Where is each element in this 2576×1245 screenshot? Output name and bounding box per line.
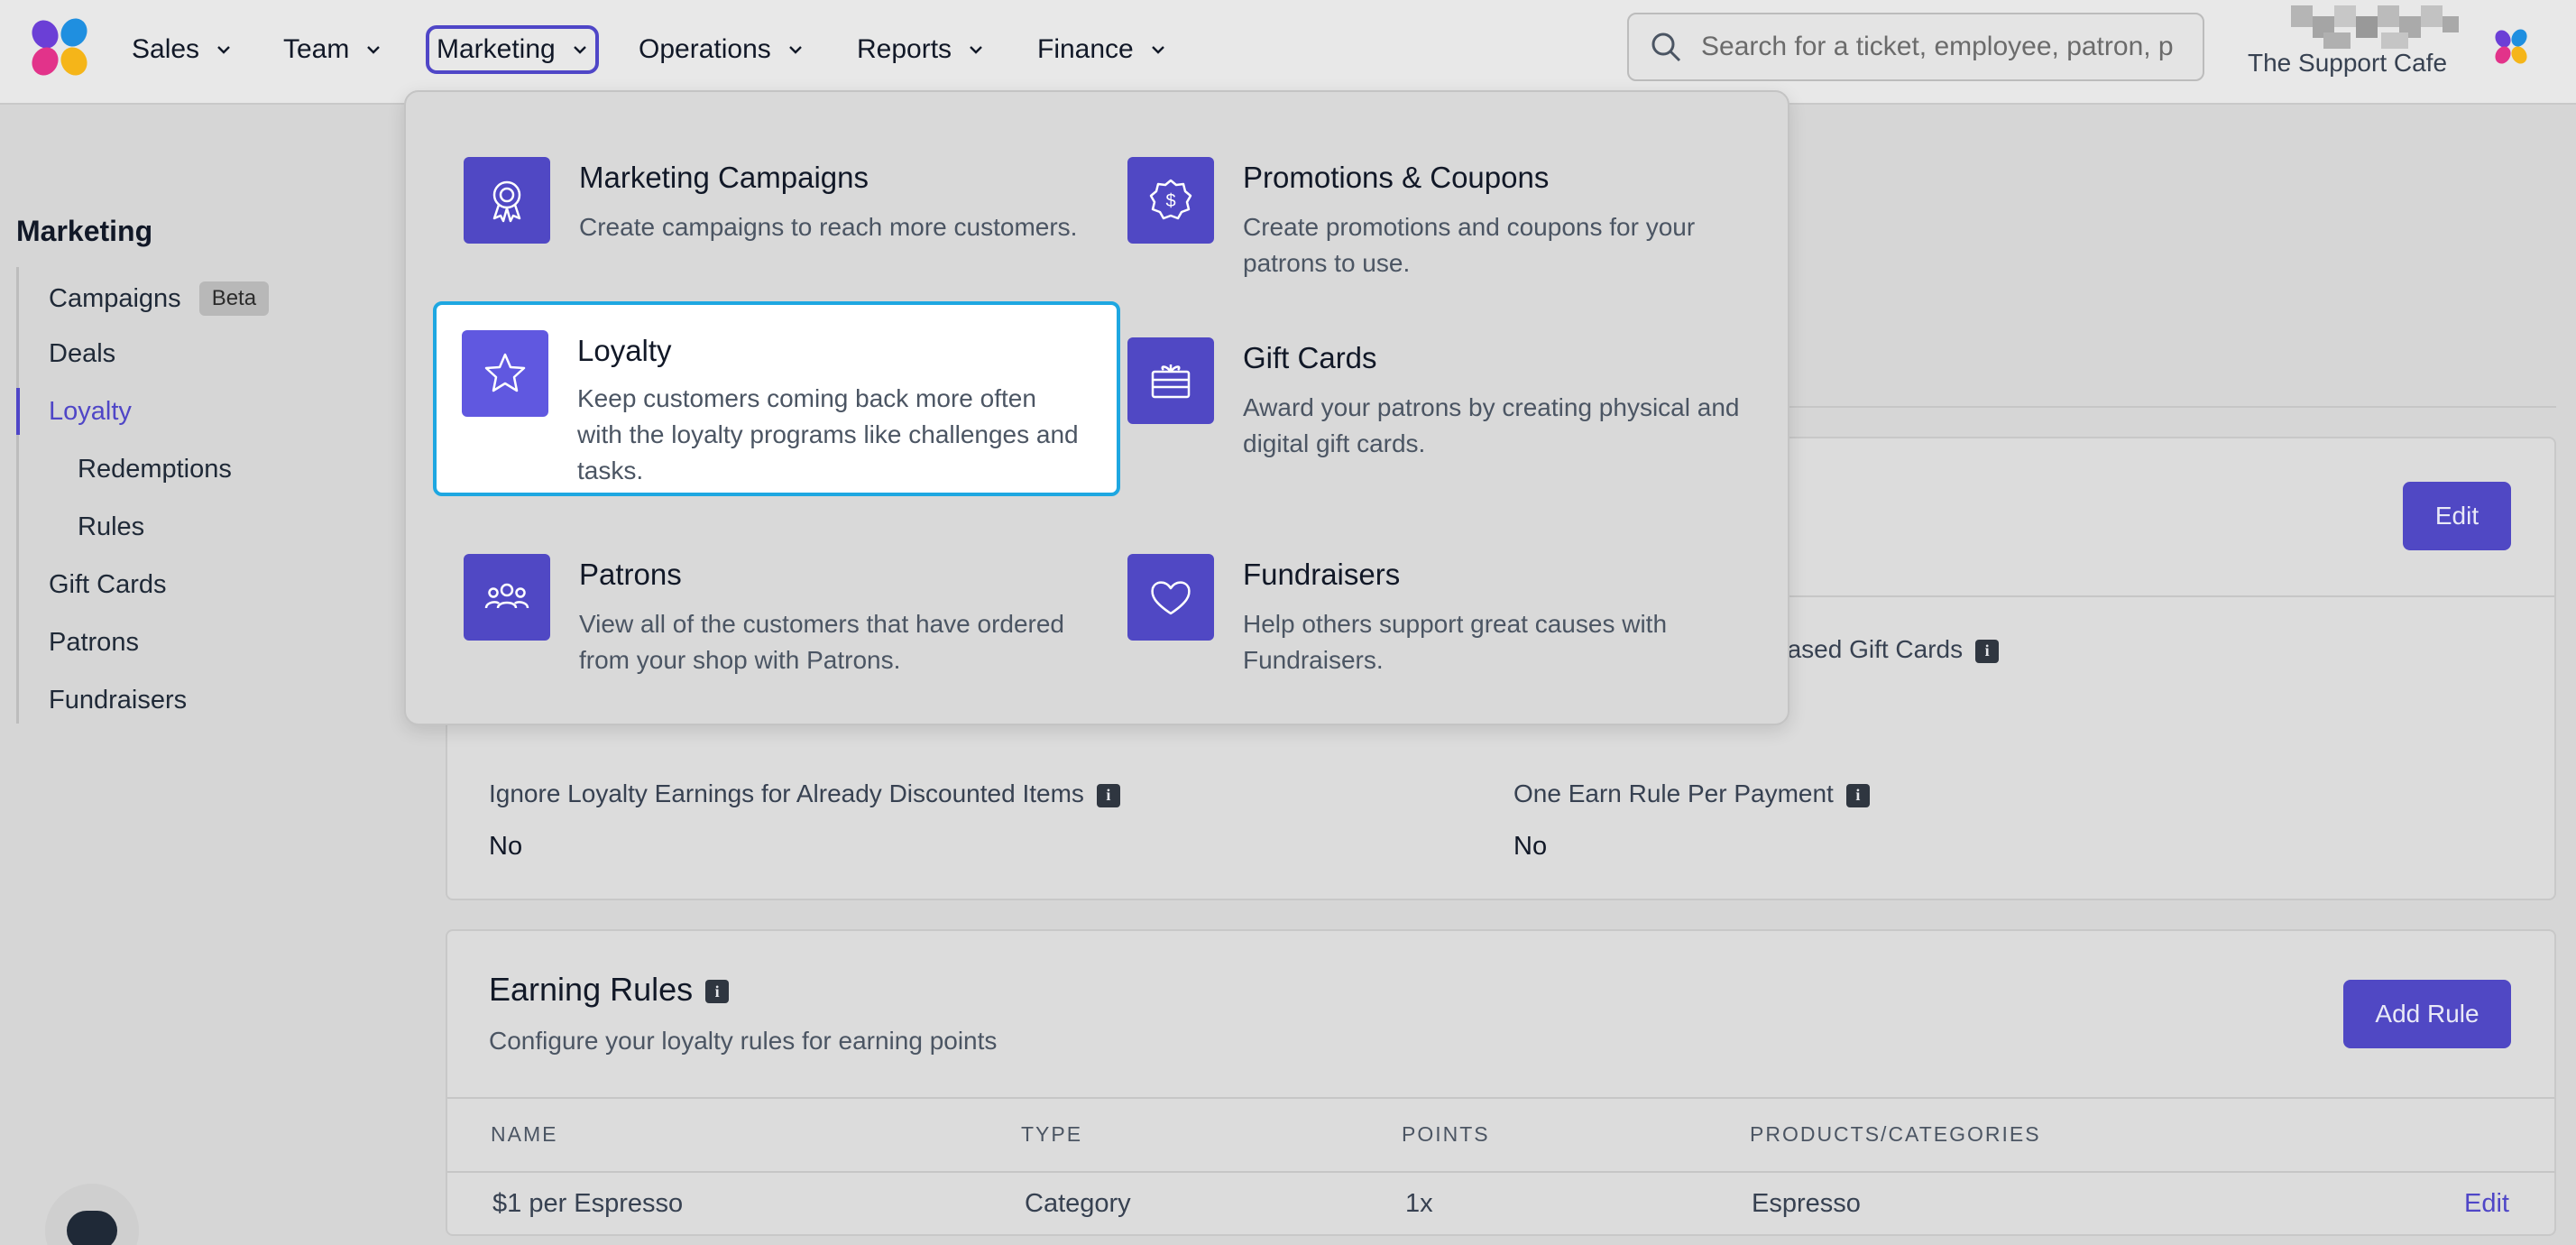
sidebar-item-gift-cards[interactable]: Gift Cards (49, 570, 167, 600)
info-icon[interactable]: i (705, 980, 730, 1004)
sidebar-divider (16, 267, 19, 724)
nav-operations[interactable]: Operations (631, 25, 811, 74)
chevron-down-icon (1151, 46, 1164, 54)
svg-text:$: $ (1165, 191, 1175, 211)
menu-item-title: Marketing Campaigns (579, 161, 869, 194)
earning-rules-title: Earning Rules i (489, 971, 730, 1009)
nav-team[interactable]: Team (276, 25, 389, 74)
sidebar-active-indicator (16, 388, 20, 435)
award-ribbon-icon (464, 157, 550, 244)
app-logo-icon[interactable] (27, 16, 94, 79)
one-earn-rule-value: No (1513, 832, 1548, 861)
chat-launcher-button[interactable] (45, 1184, 139, 1245)
purchased-gift-cards-text: hased Gift Cards (1773, 635, 1964, 663)
sidebar-item-loyalty[interactable]: Loyalty (49, 397, 132, 427)
edit-settings-button[interactable]: Edit (2403, 482, 2511, 550)
ignore-discounted-value: No (489, 832, 523, 861)
rule-name: $1 per Espresso (492, 1189, 684, 1218)
menu-item-description: Create promotions and coupons for your p… (1243, 213, 1696, 277)
info-icon[interactable]: i (1096, 783, 1120, 807)
beta-badge: Beta (198, 281, 270, 316)
menu-item-description: Award your patrons by creating physical … (1243, 393, 1740, 457)
nav-finance-label: Finance (1037, 34, 1134, 64)
menu-item-loyalty[interactable]: Loyalty Keep customers coming back more … (433, 301, 1120, 496)
chat-icon (67, 1211, 117, 1245)
one-earn-rule-text: One Earn Rule Per Payment (1513, 779, 1834, 807)
org-logo-icon[interactable] (2491, 27, 2531, 67)
menu-item-title: Gift Cards (1243, 341, 1377, 374)
nav-sales-label: Sales (132, 34, 200, 64)
edit-rule-link[interactable]: Edit (2464, 1189, 2509, 1219)
chevron-down-icon (788, 46, 802, 54)
nav-sales[interactable]: Sales (124, 25, 239, 74)
column-header-type[interactable]: TYPE (1021, 1122, 1082, 1147)
user-avatar-pixelated[interactable] (2291, 5, 2480, 49)
sidebar-item-patrons[interactable]: Patrons (49, 628, 139, 658)
info-icon[interactable]: i (1975, 639, 2000, 663)
gift-card-icon (1127, 337, 1214, 424)
nav-marketing-label: Marketing (437, 34, 556, 64)
dollar-badge-icon: $ (1127, 157, 1214, 244)
chevron-down-icon (217, 46, 230, 54)
menu-item-patrons[interactable]: Patrons View all of the customers that h… (435, 545, 1122, 740)
star-icon (462, 330, 548, 417)
sidebar-item-fundraisers[interactable]: Fundraisers (49, 686, 187, 715)
menu-item-description: View all of the customers that have orde… (579, 610, 1065, 674)
nav-finance[interactable]: Finance (1030, 25, 1173, 74)
column-header-name[interactable]: NAME (491, 1122, 557, 1147)
sidebar-item-redemptions[interactable]: Redemptions (78, 455, 232, 484)
info-icon[interactable]: i (1845, 783, 1870, 807)
menu-item-fundraisers[interactable]: Fundraisers Help others support great ca… (1099, 545, 1786, 740)
search-icon (1651, 32, 1681, 62)
nav-reports-label: Reports (857, 34, 952, 64)
sidebar-title: Marketing (16, 215, 153, 247)
card-divider (447, 1097, 2554, 1099)
sidebar-item-deals[interactable]: Deals (49, 339, 115, 369)
rule-type: Category (1025, 1189, 1131, 1218)
column-header-points[interactable]: POINTS (1402, 1122, 1490, 1147)
menu-item-description: Help others support great causes with Fu… (1243, 610, 1668, 674)
marketing-dropdown-menu: Marketing Campaigns Create campaigns to … (404, 90, 1789, 725)
users-icon (464, 554, 550, 641)
earning-rules-card (446, 929, 2556, 1236)
search-input[interactable] (1701, 32, 2188, 62)
sidebar-item-label: Campaigns (49, 284, 181, 313)
nav-team-label: Team (283, 34, 350, 64)
menu-item-gift-cards[interactable]: Gift Cards Award your patrons by creatin… (1099, 328, 1786, 523)
table-header-divider (447, 1171, 2554, 1173)
one-earn-rule-label: One Earn Rule Per Payment i (1513, 779, 1870, 808)
content-divider (1789, 406, 2556, 408)
sidebar-item-campaigns[interactable]: Campaigns Beta (49, 281, 270, 316)
ignore-discounted-label: Ignore Loyalty Earnings for Already Disc… (489, 779, 1120, 808)
organization-name[interactable]: The Support Cafe (2248, 49, 2447, 78)
menu-item-title: Loyalty (577, 334, 672, 367)
rule-products: Espresso (1752, 1189, 1861, 1218)
top-navigation-bar: Sales Team Marketing Operations Reports … (0, 0, 2576, 105)
rule-points: 1x (1405, 1189, 1433, 1218)
menu-item-description: Keep customers coming back more often wi… (577, 384, 1079, 484)
menu-item-title: Promotions & Coupons (1243, 161, 1550, 194)
heart-icon (1127, 554, 1214, 641)
menu-item-title: Patrons (579, 558, 682, 591)
ignore-discounted-text: Ignore Loyalty Earnings for Already Disc… (489, 779, 1084, 807)
menu-item-promotions-coupons[interactable]: $ Promotions & Coupons Create promotions… (1099, 148, 1786, 343)
earning-rules-subtitle: Configure your loyalty rules for earning… (489, 1027, 998, 1055)
sidebar-item-rules[interactable]: Rules (78, 512, 144, 542)
earning-rules-title-text: Earning Rules (489, 971, 694, 1008)
chevron-down-icon (367, 46, 381, 54)
chevron-down-icon (970, 46, 982, 54)
menu-item-title: Fundraisers (1243, 558, 1401, 591)
nav-reports[interactable]: Reports (850, 25, 991, 74)
global-search[interactable] (1627, 13, 2204, 81)
nav-marketing[interactable]: Marketing (426, 25, 599, 74)
add-rule-button[interactable]: Add Rule (2343, 980, 2511, 1048)
menu-item-description: Create campaigns to reach more customers… (579, 213, 1078, 241)
purchased-gift-cards-label: hased Gift Cards i (1773, 635, 2000, 664)
column-header-products[interactable]: PRODUCTS/CATEGORIES (1750, 1122, 2041, 1147)
chevron-down-icon (573, 46, 586, 54)
nav-operations-label: Operations (639, 34, 771, 64)
